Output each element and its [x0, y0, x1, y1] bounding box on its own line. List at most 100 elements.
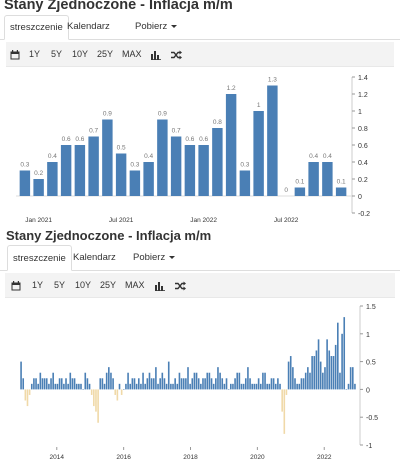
data-label: 0.4	[309, 153, 318, 160]
y-tick-label: -1	[366, 443, 372, 450]
bar	[108, 367, 110, 390]
bar	[317, 339, 320, 390]
x-tick-label: 2020	[250, 454, 265, 461]
bar	[240, 383, 243, 390]
bar	[20, 361, 22, 390]
bar	[114, 389, 117, 395]
bar	[232, 383, 234, 390]
data-label: 1	[257, 102, 261, 109]
bar	[347, 383, 350, 390]
bar	[135, 383, 138, 390]
range-5y-button[interactable]: 5Y	[51, 42, 62, 66]
bar	[84, 372, 87, 390]
y-tick-label: 1.5	[366, 304, 376, 311]
range-25y-button[interactable]: 25Y	[97, 42, 113, 66]
bar	[341, 333, 343, 390]
bar	[146, 378, 149, 390]
bar	[322, 162, 333, 196]
bar	[230, 383, 232, 390]
bar	[82, 389, 84, 390]
tab-calendar[interactable]: Kalendarz	[62, 15, 115, 39]
range-10y-button[interactable]: 10Y	[72, 42, 88, 66]
y-tick-label: 1	[358, 109, 362, 116]
bar	[155, 367, 157, 390]
bar	[326, 339, 328, 390]
range-1y-button[interactable]: 1Y	[29, 42, 40, 66]
bar	[324, 367, 326, 390]
bar	[120, 389, 123, 395]
bar	[283, 389, 286, 434]
bar	[28, 389, 31, 395]
range-10y-button[interactable]: 10Y	[75, 273, 91, 297]
bar	[74, 145, 86, 196]
bar	[264, 372, 266, 390]
calendar-icon[interactable]	[11, 273, 21, 297]
bar	[197, 378, 200, 390]
bar-chart-icon[interactable]	[155, 273, 165, 297]
bar	[184, 145, 196, 196]
bar	[251, 383, 254, 390]
range-25y-button[interactable]: 25Y	[100, 273, 116, 297]
bar	[182, 378, 185, 390]
data-label: 0.7	[89, 128, 98, 135]
shuffle-icon[interactable]	[175, 273, 186, 297]
bar	[225, 94, 237, 196]
bar	[339, 372, 341, 390]
bar	[60, 378, 63, 390]
bar	[294, 378, 296, 390]
range-5y-button[interactable]: 5Y	[54, 273, 65, 297]
tab-download[interactable]: Pobierz	[130, 15, 182, 39]
tab-download[interactable]: Pobierz	[128, 245, 180, 270]
bar	[167, 361, 170, 390]
tab-calendar[interactable]: Kalendarz	[68, 245, 121, 270]
bar	[180, 378, 183, 390]
bar-chart-icon[interactable]	[151, 42, 161, 66]
bar	[332, 356, 335, 390]
bar	[285, 389, 288, 395]
y-tick-label: 0.5	[366, 360, 376, 367]
tab-summary[interactable]: streszczenie	[4, 15, 69, 40]
bar	[88, 383, 91, 390]
bar	[308, 162, 319, 196]
bar	[298, 383, 301, 390]
bar	[86, 378, 89, 390]
bar	[52, 372, 54, 390]
data-label: 0.6	[62, 136, 71, 143]
bar	[37, 383, 39, 390]
range-1y-button[interactable]: 1Y	[32, 273, 43, 297]
bar	[88, 136, 99, 196]
tab-download-label: Pobierz	[135, 21, 168, 32]
bar	[172, 383, 174, 390]
bar	[159, 378, 161, 390]
bar	[337, 322, 339, 390]
data-label: 0.4	[323, 153, 332, 160]
bar	[43, 378, 46, 390]
bar	[47, 162, 58, 196]
range-max-button[interactable]: MAX	[122, 42, 142, 66]
data-label: 0.3	[130, 162, 139, 169]
bar	[97, 389, 99, 423]
range-max-button[interactable]: MAX	[125, 273, 145, 297]
bar	[157, 383, 159, 390]
y-tick-label: 0.4	[358, 160, 368, 167]
bar	[198, 145, 209, 196]
data-label: 0.6	[199, 136, 208, 143]
bar	[170, 383, 172, 390]
bar	[309, 372, 311, 390]
bar	[351, 367, 354, 390]
bar	[185, 378, 187, 390]
bar	[223, 383, 226, 390]
bar	[221, 378, 224, 390]
bar	[101, 378, 104, 390]
bar	[253, 383, 256, 390]
y-tick-label: 1	[366, 332, 370, 339]
tab-summary[interactable]: streszczenie	[7, 245, 72, 271]
bar	[26, 389, 29, 407]
calendar-icon[interactable]	[10, 42, 20, 66]
data-label: 0.2	[34, 170, 43, 177]
bar	[78, 383, 80, 390]
bar	[163, 378, 166, 390]
bar	[19, 170, 31, 196]
shuffle-icon[interactable]	[171, 42, 182, 66]
bar	[215, 378, 217, 390]
